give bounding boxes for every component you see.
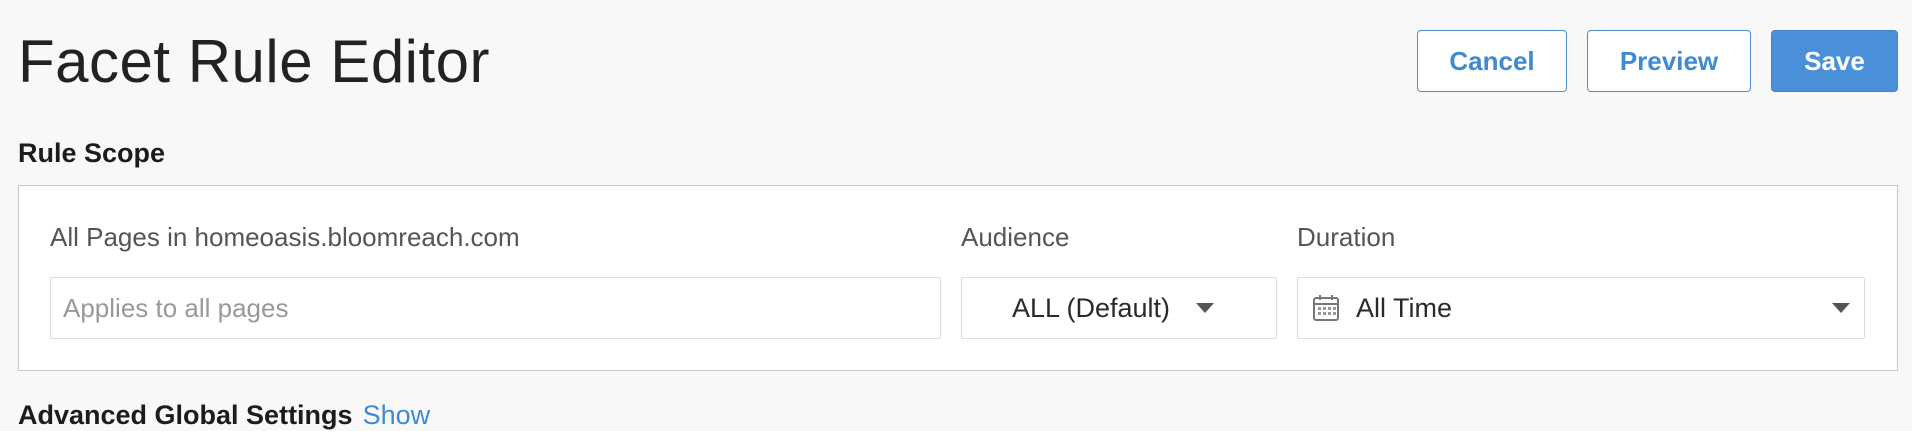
preview-button[interactable]: Preview <box>1587 30 1751 92</box>
duration-select[interactable]: All Time <box>1297 277 1865 339</box>
page-title: Facet Rule Editor <box>18 28 491 95</box>
pages-label: All Pages in homeoasis.bloomreach.com <box>50 222 520 252</box>
rule-scope-panel: All Pages in homeoasis.bloomreach.com Au… <box>18 185 1898 371</box>
advanced-settings-header: Advanced Global Settings Show <box>18 400 430 431</box>
pages-input[interactable] <box>50 277 941 339</box>
audience-label: Audience <box>961 222 1070 252</box>
audience-selected-value: ALL (Default) <box>1011 292 1171 323</box>
duration-label: Duration <box>1297 222 1396 252</box>
calendar-icon <box>1312 294 1340 322</box>
cancel-button[interactable]: Cancel <box>1417 30 1567 92</box>
save-button[interactable]: Save <box>1771 30 1898 92</box>
show-advanced-link[interactable]: Show <box>363 400 431 430</box>
header-actions: Cancel Preview Save <box>1417 30 1898 92</box>
chevron-down-icon <box>1832 303 1850 313</box>
rule-scope-title: Rule Scope <box>18 138 166 168</box>
audience-select[interactable]: ALL (Default) <box>961 277 1277 339</box>
chevron-down-icon <box>1196 303 1215 313</box>
advanced-settings-title: Advanced Global Settings <box>18 400 353 430</box>
duration-selected-value: All Time <box>1356 292 1453 323</box>
